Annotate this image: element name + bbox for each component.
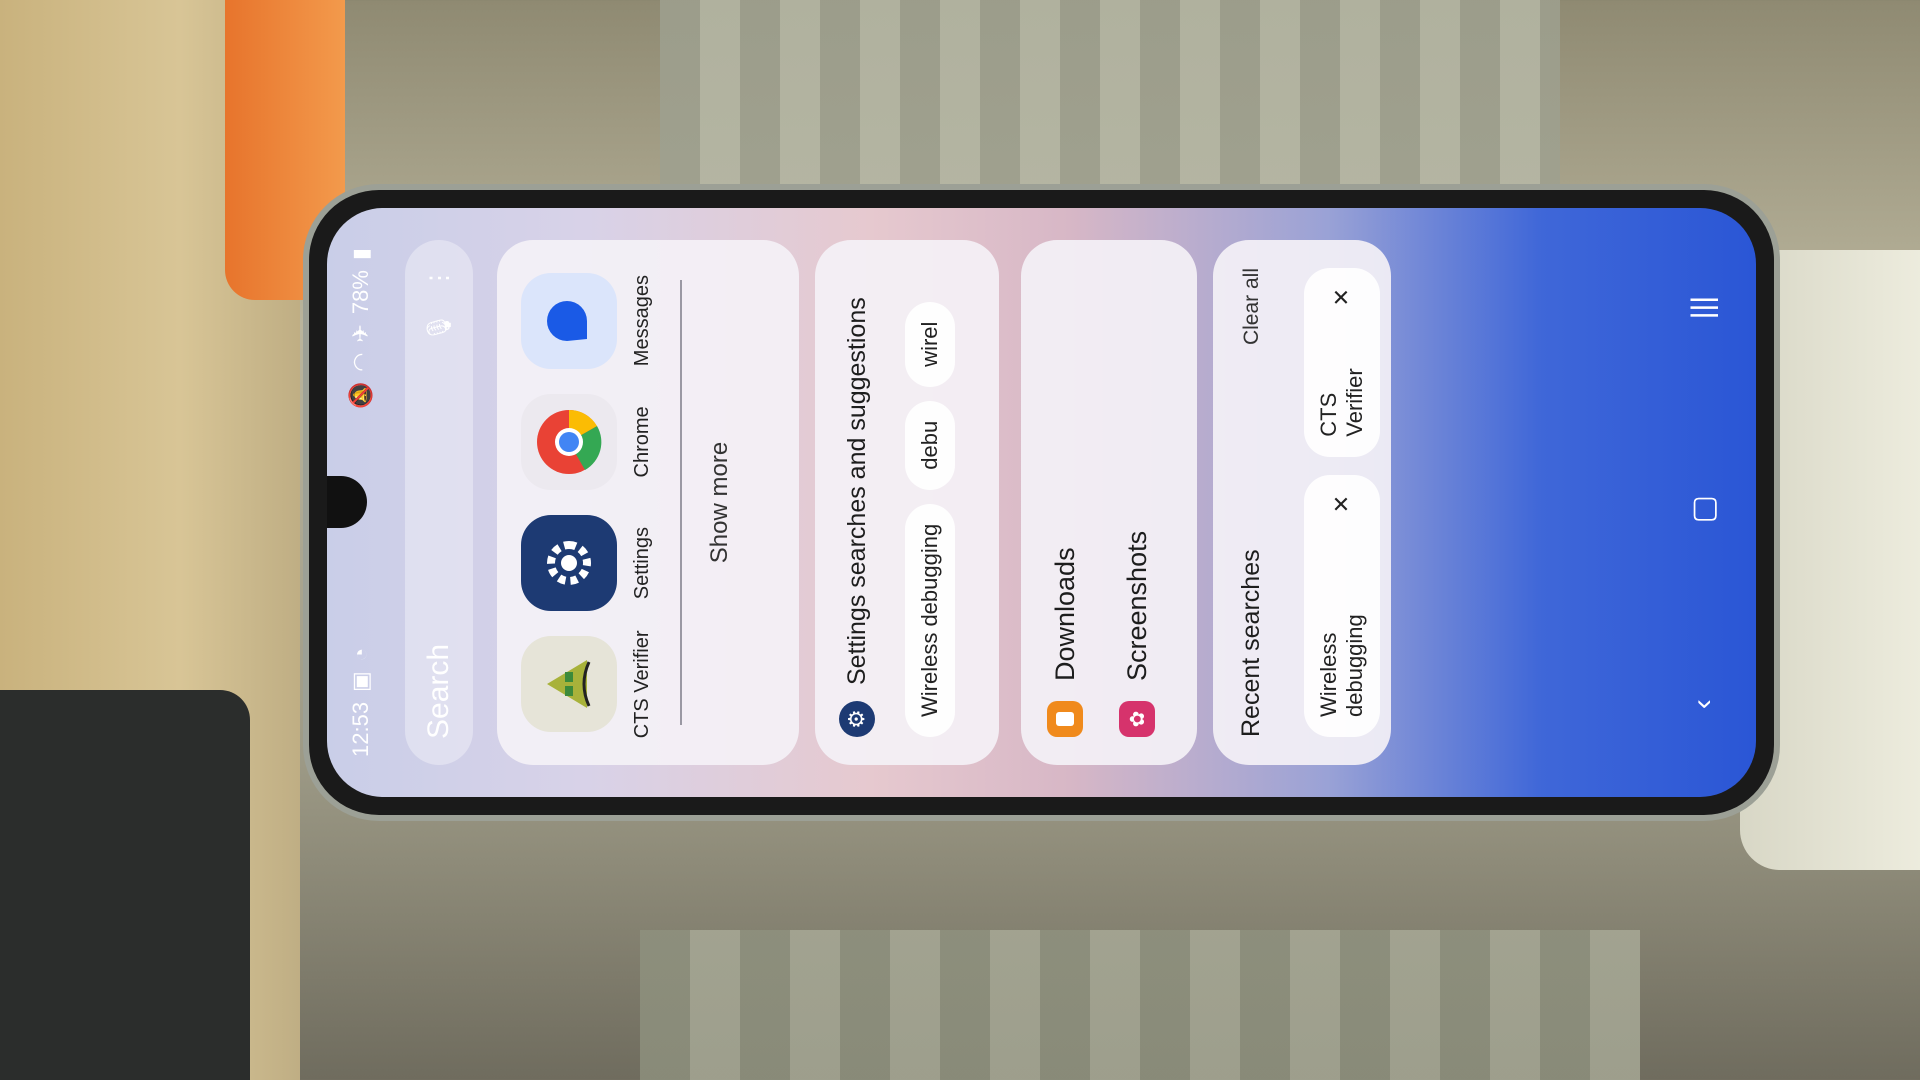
background-shelf-bottom (640, 930, 1640, 1080)
app-label: Messages (631, 275, 653, 367)
notification-icon: ▣ (348, 671, 373, 692)
battery-icon: ▮ (348, 248, 373, 261)
settings-gear-icon (521, 515, 617, 612)
recents-icon[interactable]: ||| (1686, 296, 1720, 319)
clear-all-button[interactable]: Clear all (1240, 268, 1264, 345)
suggestion-chip[interactable]: Wireless debugging (905, 503, 955, 737)
screenshots-item[interactable]: ✿ Screenshots (1119, 268, 1155, 737)
app-label: Chrome (631, 406, 653, 478)
downloads-item[interactable]: Downloads (1047, 268, 1083, 737)
divider (680, 280, 682, 725)
app-label: Settings (631, 527, 653, 600)
phone-screen: 12:53 ▣ ◔ 🔕 ◠ ✈ 78% ▮ Search 🎙 ⋮ CTS Ver… (327, 208, 1756, 797)
navigation-bar: ‹ ▢ ||| (1668, 208, 1738, 797)
cts-verifier-icon (521, 636, 617, 733)
screenshots-icon: ✿ (1119, 701, 1155, 737)
background-camera (0, 690, 250, 1080)
status-time: 12:53 (348, 701, 373, 757)
recent-search-label: CTS Verifier (1316, 368, 1367, 437)
recent-search-label: Wireless debugging (1316, 614, 1367, 717)
app-chrome[interactable]: Chrome (521, 381, 654, 502)
battery-level: 78% (348, 270, 373, 315)
app-label: CTS Verifier (631, 630, 653, 739)
screenshots-label: Screenshots (1121, 530, 1152, 681)
settings-card-title: Settings searches and suggestions (842, 297, 871, 685)
phone: 12:53 ▣ ◔ 🔕 ◠ ✈ 78% ▮ Search 🎙 ⋮ CTS Ver… (309, 190, 1774, 815)
suggestion-chip[interactable]: wirel (905, 301, 955, 387)
sync-icon: ◔ (348, 647, 373, 662)
app-cts-verifier[interactable]: CTS Verifier (521, 624, 654, 745)
mic-icon[interactable]: 🎙 (425, 312, 454, 342)
apps-card: CTS Verifier Settings Chrome Messages Sh… (497, 240, 799, 765)
back-icon[interactable]: ‹ (1686, 699, 1720, 709)
more-options-icon[interactable]: ⋮ (425, 266, 454, 290)
status-bar: 12:53 ▣ ◔ 🔕 ◠ ✈ 78% ▮ (341, 248, 381, 757)
app-messages[interactable]: Messages (521, 260, 654, 381)
files-card: Downloads ✿ Screenshots (1021, 240, 1197, 765)
show-more-button[interactable]: Show more (706, 260, 734, 745)
downloads-label: Downloads (1049, 547, 1080, 681)
settings-suggestions-card: ⚙ Settings searches and suggestions Wire… (815, 240, 999, 765)
mute-icon: 🔕 (348, 381, 373, 410)
chrome-icon (521, 393, 617, 490)
downloads-icon (1047, 701, 1083, 737)
close-icon[interactable]: ✕ (1329, 288, 1355, 306)
recent-search-chip[interactable]: CTS Verifier ✕ (1304, 268, 1380, 457)
search-input[interactable]: Search (422, 364, 456, 739)
settings-gear-icon: ⚙ (839, 701, 875, 737)
recent-searches-card: Recent searches Clear all Wireless debug… (1213, 240, 1391, 765)
messages-icon (521, 272, 617, 369)
wifi-icon: ◠ (348, 352, 373, 372)
search-bar[interactable]: Search 🎙 ⋮ (405, 240, 473, 765)
suggestion-chip[interactable]: debu (905, 400, 955, 490)
home-icon[interactable]: ▢ (1686, 495, 1721, 523)
close-icon[interactable]: ✕ (1329, 495, 1355, 513)
airplane-icon: ✈ (348, 324, 373, 343)
recent-search-chip[interactable]: Wireless debugging ✕ (1304, 474, 1380, 737)
recent-searches-title: Recent searches (1237, 549, 1265, 737)
app-settings[interactable]: Settings (521, 503, 654, 624)
